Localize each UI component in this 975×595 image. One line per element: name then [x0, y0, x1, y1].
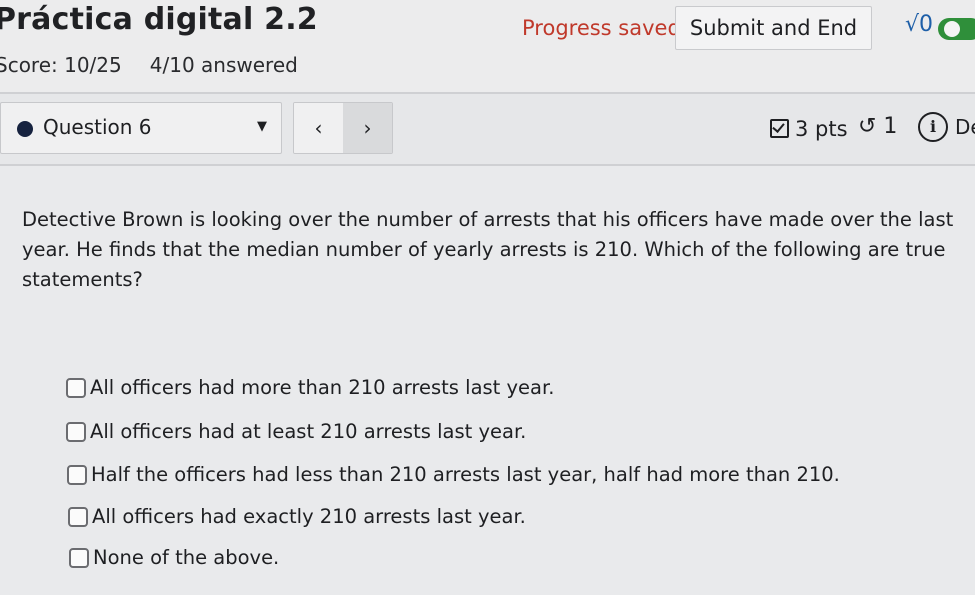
page-title: Práctica digital 2.2: [0, 2, 318, 37]
submit-and-end-button[interactable]: Submit and End: [675, 6, 872, 50]
checkbox[interactable]: [66, 378, 86, 398]
answer-option-label: Half the officers had less than 210 arre…: [91, 463, 840, 486]
question-selector-label: Question 6: [43, 115, 152, 139]
accessibility-toggle[interactable]: [938, 18, 975, 40]
question-selector[interactable]: Question 6 ▼: [0, 102, 282, 154]
points-label: 3 pts: [795, 117, 848, 141]
checkbox[interactable]: [69, 548, 89, 568]
header: Práctica digital 2.2 Score: 10/25 4/10 an…: [0, 0, 975, 92]
points-value: 3 pts: [770, 117, 848, 141]
checkbox[interactable]: [66, 422, 86, 442]
question-nav: ‹ ›: [293, 102, 393, 154]
previous-question-button[interactable]: ‹: [294, 103, 343, 153]
retry-counter[interactable]: ↺ 1: [858, 114, 897, 139]
checkbox-edit-icon: [770, 119, 789, 138]
question-status-dot-icon: [17, 121, 33, 137]
score-line: Score: 10/25 4/10 answered: [0, 53, 298, 77]
info-icon[interactable]: i: [918, 112, 948, 142]
question-toolbar: Question 6 ▼ ‹ › 3 pts ↺ 1 i De: [0, 94, 975, 164]
math-palette-icon[interactable]: √0: [905, 12, 933, 37]
question-details-link[interactable]: De: [955, 115, 975, 139]
checkbox[interactable]: [68, 507, 88, 527]
answer-option-label: All officers had exactly 210 arrests las…: [92, 505, 526, 528]
progress-status: Progress saved: [522, 16, 681, 40]
caret-down-icon: ▼: [257, 119, 267, 134]
next-question-button[interactable]: ›: [343, 103, 392, 153]
answered-count: 4/10 answered: [149, 53, 298, 77]
answer-option-label: All officers had at least 210 arrests la…: [90, 420, 527, 443]
answer-option-label: All officers had more than 210 arrests l…: [90, 376, 555, 399]
toolbar-divider: [0, 164, 975, 166]
question-text: Detective Brown is looking over the numb…: [22, 208, 954, 291]
checkbox[interactable]: [67, 465, 87, 485]
score-text: Score: 10/25: [0, 53, 122, 77]
answer-option-label: None of the above.: [93, 546, 280, 569]
